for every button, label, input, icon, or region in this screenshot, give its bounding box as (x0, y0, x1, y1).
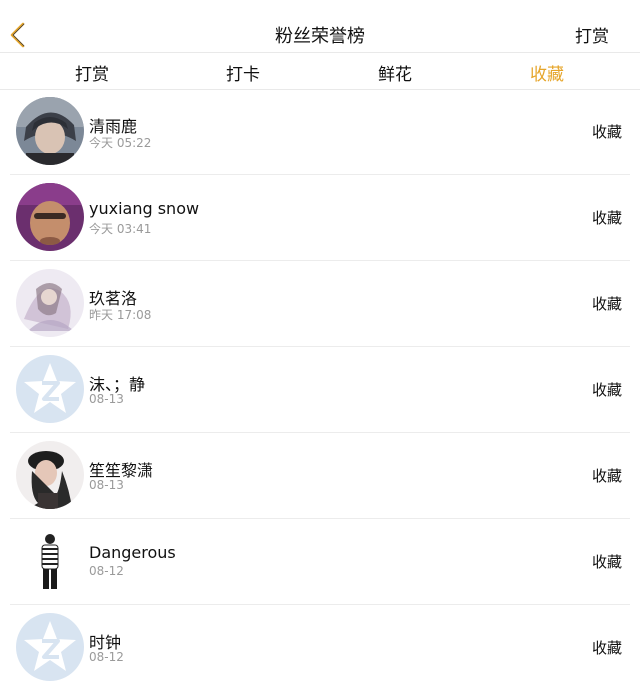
avatar[interactable] (16, 441, 84, 509)
tab-favorites[interactable]: 收藏 (467, 60, 627, 85)
favorite-label: 收藏 (591, 381, 622, 399)
fan-time: 昨天 17:08 (89, 308, 152, 322)
list-item[interactable]: 沫、；静 08-13 收藏 (0, 347, 640, 433)
favorite-label: 收藏 (591, 123, 622, 141)
default-avatar-icon[interactable] (16, 613, 84, 681)
fan-time: 今天 05:22 (89, 136, 152, 150)
favorite-label: 收藏 (591, 295, 622, 313)
tab-reward[interactable]: 打赏 (12, 60, 172, 85)
list-item[interactable]: Dangerous 08-12 收藏 (0, 519, 640, 605)
default-avatar-icon[interactable] (16, 355, 84, 423)
tab-flowers[interactable]: 鲜花 (315, 60, 475, 85)
fan-name: yuxiang snow (89, 199, 200, 218)
favorite-label: 收藏 (591, 467, 622, 485)
favorite-label: 收藏 (591, 553, 622, 571)
fan-time: 今天 03:41 (89, 222, 152, 236)
fan-time: 08-13 (89, 478, 124, 492)
fan-time: 08-13 (89, 392, 124, 406)
avatar[interactable] (16, 269, 84, 337)
avatar[interactable] (16, 527, 84, 595)
list-item[interactable]: 时钟 08-12 收藏 (0, 605, 640, 691)
list-item[interactable]: 笙笙黎潇 08-13 收藏 (0, 433, 640, 519)
list-item[interactable]: 玖茗洛 昨天 17:08 收藏 (0, 261, 640, 347)
fan-name: Dangerous (89, 543, 176, 562)
tab-checkin[interactable]: 打卡 (163, 60, 323, 85)
reward-button[interactable]: 打赏 (575, 22, 609, 47)
page-title: 粉丝荣誉榜 (275, 26, 365, 47)
avatar[interactable] (16, 183, 84, 251)
list-item[interactable]: 清雨鹿 今天 05:22 收藏 (0, 89, 640, 175)
tab-bar: 打赏 打卡 鲜花 收藏 (0, 53, 640, 90)
list-item[interactable]: yuxiang snow 今天 03:41 收藏 (0, 175, 640, 261)
favorite-label: 收藏 (591, 639, 622, 657)
favorite-label: 收藏 (591, 209, 622, 227)
fan-time: 08-12 (89, 650, 124, 664)
avatar[interactable] (16, 97, 84, 165)
fan-time: 08-12 (89, 564, 124, 578)
top-bar: 粉丝荣誉榜 打赏 (0, 0, 640, 53)
